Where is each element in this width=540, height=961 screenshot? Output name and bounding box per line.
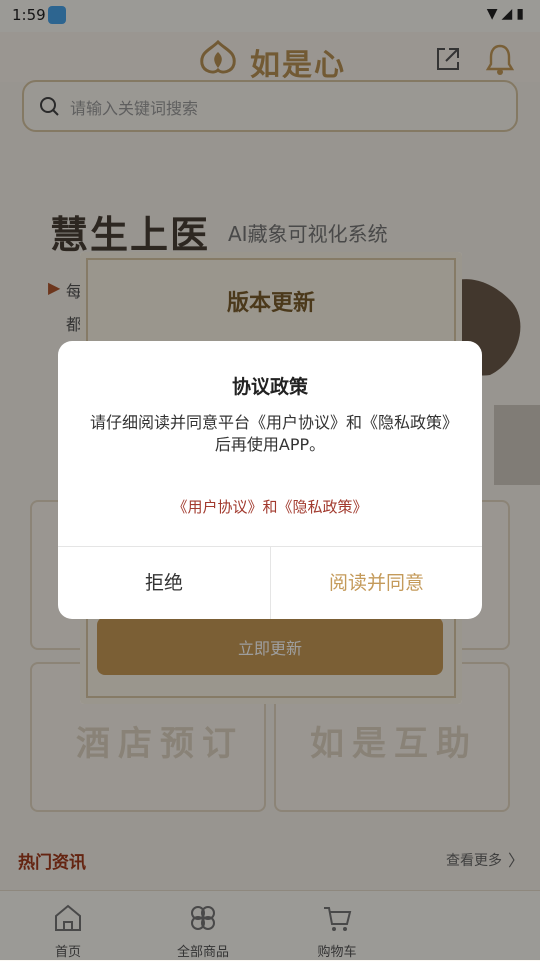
policy-dialog-body: 请仔细阅读并同意平台《用户协议》和《隐私政策》后再使用APP。 — [89, 413, 450, 454]
privacy-policy-link[interactable]: 《隐私政策》 — [278, 498, 368, 516]
policy-links-and: 和 — [262, 498, 278, 516]
policy-dialog-title: 协议政策 — [231, 376, 308, 398]
user-agreement-link[interactable]: 《用户协议》 — [172, 498, 262, 516]
policy-links: 《用户协议》和《隐私政策》 — [58, 496, 482, 517]
accept-button[interactable]: 阅读并同意 — [271, 547, 482, 619]
reject-button[interactable]: 拒绝 — [58, 547, 270, 619]
